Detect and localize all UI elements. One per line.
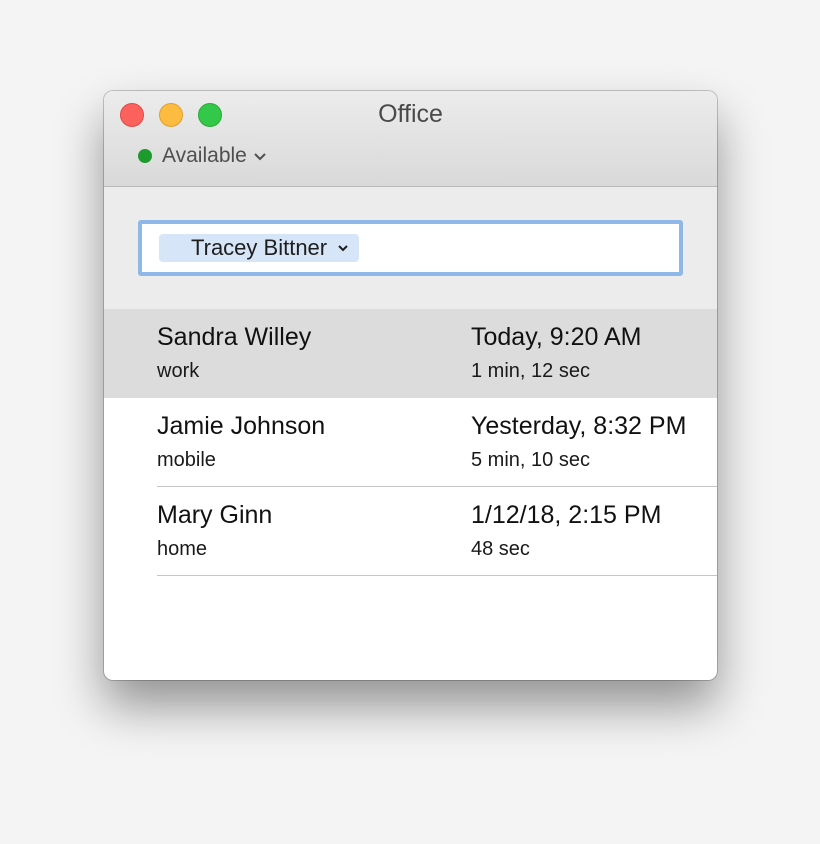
availability-selector[interactable]: Available [138, 143, 267, 169]
window-title: Office [378, 100, 443, 128]
call-history-list: Sandra Willey work Today, 9:20 AM 1 min,… [104, 309, 717, 576]
contact-token[interactable]: Tracey Bittner [159, 234, 360, 262]
call-time: Yesterday, 8:32 PM [471, 412, 687, 440]
contact-token-label: Tracey Bittner [191, 235, 328, 260]
chevron-down-icon [254, 153, 266, 161]
call-row[interactable]: Mary Ginn home 1/12/18, 2:15 PM 48 sec [104, 487, 717, 576]
chevron-down-icon[interactable] [337, 242, 349, 254]
app-window: Office Available Tracey Bittner Sandra W… [104, 91, 717, 680]
contact-name: Sandra Willey [157, 323, 312, 351]
call-duration: 5 min, 10 sec [471, 449, 590, 471]
search-area: Tracey Bittner [104, 187, 717, 309]
title-bar: Office Available [104, 91, 717, 187]
status-dot-icon [138, 149, 152, 163]
call-time: Today, 9:20 AM [471, 323, 642, 351]
call-time: 1/12/18, 2:15 PM [471, 501, 662, 529]
phone-label: home [157, 538, 208, 560]
search-input[interactable]: Tracey Bittner [138, 220, 683, 276]
call-duration: 1 min, 12 sec [471, 360, 590, 382]
call-row[interactable]: Sandra Willey work Today, 9:20 AM 1 min,… [104, 309, 717, 398]
phone-label: work [157, 360, 200, 382]
phone-label: mobile [157, 449, 216, 471]
contact-name: Jamie Johnson [157, 412, 326, 440]
call-row[interactable]: Jamie Johnson mobile Yesterday, 8:32 PM … [104, 398, 717, 487]
status-label: Available [162, 144, 247, 167]
row-divider [157, 575, 717, 576]
contact-name: Mary Ginn [157, 501, 273, 529]
call-duration: 48 sec [471, 538, 530, 560]
